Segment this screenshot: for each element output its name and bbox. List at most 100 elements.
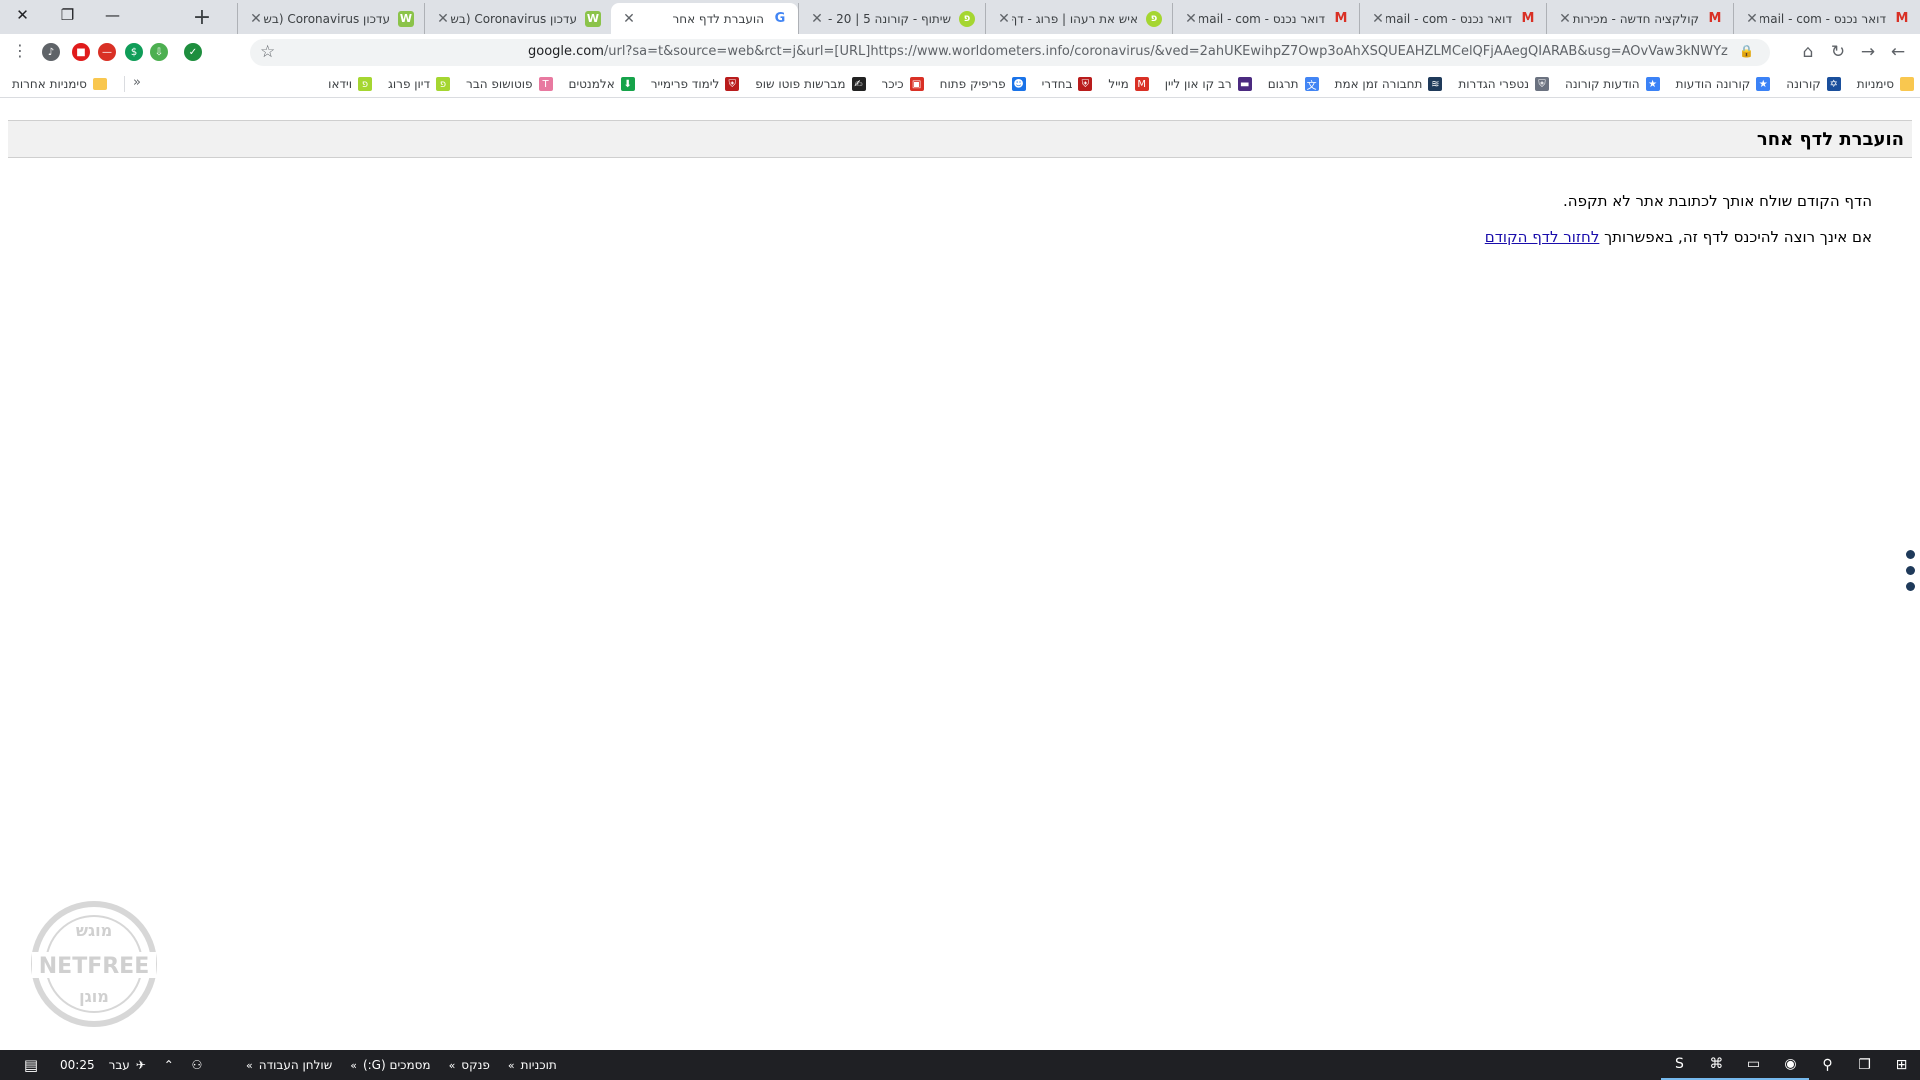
chrome-menu-icon[interactable]: ⋮ xyxy=(12,42,28,60)
bookmark-item[interactable]: ⛨ בחדרי xyxy=(1042,77,1093,91)
bookmark-label: לימוד פרימייר xyxy=(650,77,720,91)
close-tab-icon[interactable]: ✕ xyxy=(1370,11,1386,27)
taskbar-toolbar[interactable]: מסמכים (G:) » xyxy=(350,1058,430,1072)
bookmark-item[interactable]: ★ קורונה הודעות xyxy=(1676,77,1771,91)
bookmark-item[interactable]: ⛨ נטפרי הגדרות xyxy=(1458,77,1549,91)
people-icon[interactable]: ⚇ xyxy=(186,1058,208,1072)
tab-title: דואר נכנס - Gmail - com xyxy=(1199,11,1325,26)
url-text[interactable]: google.com/url?sa=t&source=web&rct=j&url… xyxy=(528,44,1728,59)
bookmark-item[interactable]: פ דיון פרוג xyxy=(388,77,451,91)
file-explorer-icon[interactable]: ▭ xyxy=(1735,1050,1772,1080)
taskbar-toolbar[interactable]: שולחן העבודה » xyxy=(246,1058,332,1072)
tab[interactable]: W עדכון Coronavirus (בשידור חי)✕ xyxy=(237,3,424,34)
close-tab-icon[interactable]: ✕ xyxy=(1183,11,1199,27)
bookmark-item[interactable]: ≋ תחבורה זמן אמת xyxy=(1335,77,1443,91)
tab[interactable]: M קולקציה חדשה - מכירות ✕ xyxy=(1546,3,1733,34)
bookmark-label: תחבורה זמן אמת xyxy=(1334,77,1423,91)
green-dollar-extension-icon[interactable]: $ xyxy=(125,43,143,61)
bookmarks-overflow-icon[interactable]: » xyxy=(133,75,141,90)
bookmark-label: וידאו xyxy=(328,77,352,91)
bookmarks-list: סימניות ✡ קורונה ★ קורונה הודעות ★ הודעות קורו… xyxy=(312,73,1914,95)
chevron-up-icon[interactable]: ⌃ xyxy=(158,1058,180,1072)
bookmark-label: כיכר xyxy=(881,77,904,91)
bookmark-item[interactable]: ☻ פריפיק פתוח xyxy=(940,77,1026,91)
google-icon: G xyxy=(774,11,786,26)
folder-icon xyxy=(1900,77,1914,91)
taskbar-apps: ⊞ ❐ ⚲ ◉ ▭ ⌘ S xyxy=(1661,1050,1920,1080)
minimize-window-button[interactable]: — xyxy=(90,0,135,30)
download-icon: ⬇ xyxy=(620,77,635,91)
bookmark-item[interactable]: ⛨ לימוד פרימייר xyxy=(651,77,740,91)
go-back-link[interactable]: לחזור לדף הקודם xyxy=(1485,228,1600,246)
bookmark-item[interactable]: פ וידאו xyxy=(328,77,372,91)
kikar-icon: ▣ xyxy=(909,77,924,91)
gmail-icon: M xyxy=(1708,11,1722,26)
tab[interactable]: פ איש את רעהו | פרוג - דף ✕ xyxy=(985,3,1172,34)
close-tab-icon[interactable]: ✕ xyxy=(809,11,825,27)
tab[interactable]: פ שיתוף - קורונה 5 | 20 - e✕ xyxy=(798,3,985,34)
back-button[interactable]: ← xyxy=(1884,38,1912,66)
shield-check-extension-icon[interactable]: ✓ xyxy=(184,43,202,61)
bookmark-item[interactable]: ⬇ אלמנטים xyxy=(569,77,635,91)
bookmark-item[interactable]: ✡ קורונה xyxy=(1786,77,1841,91)
address-bar[interactable]: ☆ google.com/url?sa=t&source=web&rct=j&u… xyxy=(250,39,1770,66)
bookmark-label: הודעות קורונה xyxy=(1565,77,1640,91)
other-bookmarks[interactable]: סימניות אחרות xyxy=(12,73,107,95)
bookmark-item[interactable]: סימניות xyxy=(1857,77,1914,91)
close-window-button[interactable]: ✕ xyxy=(0,0,45,30)
forward-button[interactable]: → xyxy=(1854,38,1882,66)
restore-window-button[interactable]: ❐ xyxy=(45,0,90,30)
taskbar-toolbar[interactable]: פנקס » xyxy=(449,1058,490,1072)
download-extension-icon[interactable]: ⇩ xyxy=(150,43,168,61)
taskbar-toolbar[interactable]: תוכניות » xyxy=(508,1058,557,1072)
close-tab-icon[interactable]: ✕ xyxy=(435,11,451,27)
tab[interactable]: W עדכון Coronavirus (בשידור חי)✕ xyxy=(424,3,611,34)
brush-icon: ✍ xyxy=(851,77,866,91)
tab-title: שיתוף - קורונה 5 | 20 - e xyxy=(825,11,951,26)
freepik-icon: ☻ xyxy=(1011,77,1026,91)
bookmark-item[interactable]: ▣ כיכר xyxy=(882,77,924,91)
clock[interactable]: 00:25 xyxy=(60,1058,95,1072)
close-tab-icon[interactable]: ✕ xyxy=(996,11,1012,27)
bookmark-item[interactable]: 文 תרגום xyxy=(1268,77,1319,92)
bookmarks-bar: סימניות ✡ קורונה ★ קורונה הודעות ★ הודעות קורו… xyxy=(0,70,1920,98)
windows-taskbar: ⊞ ❐ ⚲ ◉ ▭ ⌘ S שולחן העבודה» מסמכים (G:)» פנקס» תו… xyxy=(0,1050,1920,1080)
side-dots-menu-icon[interactable] xyxy=(1906,550,1916,598)
reload-button[interactable]: ↻ xyxy=(1824,38,1852,66)
tab-title: עדכון Coronavirus (בשידור חי) xyxy=(264,11,390,26)
close-tab-icon[interactable]: ✕ xyxy=(1744,11,1760,27)
bookmark-item[interactable]: T פוטושופ הבר xyxy=(466,77,553,91)
tab-active[interactable]: G הועברת לדף אחר ✕ xyxy=(611,3,798,34)
bookmark-item[interactable]: ✍ מברשות פוטו שופ xyxy=(755,77,866,91)
tab[interactable]: M דואר נכנס - Gmail - com✕ xyxy=(1359,3,1546,34)
tab[interactable]: M דואר נכנס - Gmail - com✕ xyxy=(1733,3,1920,34)
block-extension-icon[interactable]: — xyxy=(98,43,116,61)
skype-icon[interactable]: S xyxy=(1661,1050,1698,1080)
new-tab-button[interactable]: + xyxy=(188,4,216,30)
red-square-extension-icon[interactable]: ■ xyxy=(72,43,90,61)
bookmark-item[interactable]: M מייל xyxy=(1108,77,1149,91)
start-icon[interactable]: ⊞ xyxy=(1883,1050,1920,1080)
tab-title: הועברת לדף אחר xyxy=(672,11,764,26)
bookmark-item[interactable]: ★ הודעות קורונה xyxy=(1565,77,1660,91)
lock-icon[interactable]: 🔒 xyxy=(1739,44,1754,58)
close-tab-icon[interactable]: ✕ xyxy=(621,11,637,27)
bookmark-star-icon[interactable]: ☆ xyxy=(260,42,275,62)
bookmark-item[interactable]: ▬ רב קו און ליין xyxy=(1165,77,1252,91)
close-tab-icon[interactable]: ✕ xyxy=(1557,11,1573,27)
tab[interactable]: M דואר נכנס - Gmail - com✕ xyxy=(1172,3,1359,34)
search-icon[interactable]: ⚲ xyxy=(1809,1050,1846,1080)
close-tab-icon[interactable]: ✕ xyxy=(248,11,264,27)
shield-icon: ⛨ xyxy=(1535,77,1549,91)
home-button[interactable]: ⌂ xyxy=(1794,38,1822,66)
task-view-icon[interactable]: ❐ xyxy=(1846,1050,1883,1080)
language-indicator[interactable]: עבר xyxy=(109,1058,130,1072)
network-disconnected-icon[interactable]: ✈ xyxy=(130,1058,152,1072)
taskbar-toolbar-label: תוכניות xyxy=(520,1058,557,1072)
gmail-icon: M xyxy=(1334,11,1348,26)
chrome-icon[interactable]: ◉ xyxy=(1772,1050,1809,1080)
notifications-icon[interactable]: ▤ xyxy=(20,1056,42,1074)
acrobat-icon[interactable]: ⌘ xyxy=(1698,1050,1735,1080)
go-back-prefix: אם אינך רוצה להיכנס לדף זה, באפשרותך xyxy=(1599,228,1872,246)
music-extension-icon[interactable]: ♪ xyxy=(42,43,60,61)
